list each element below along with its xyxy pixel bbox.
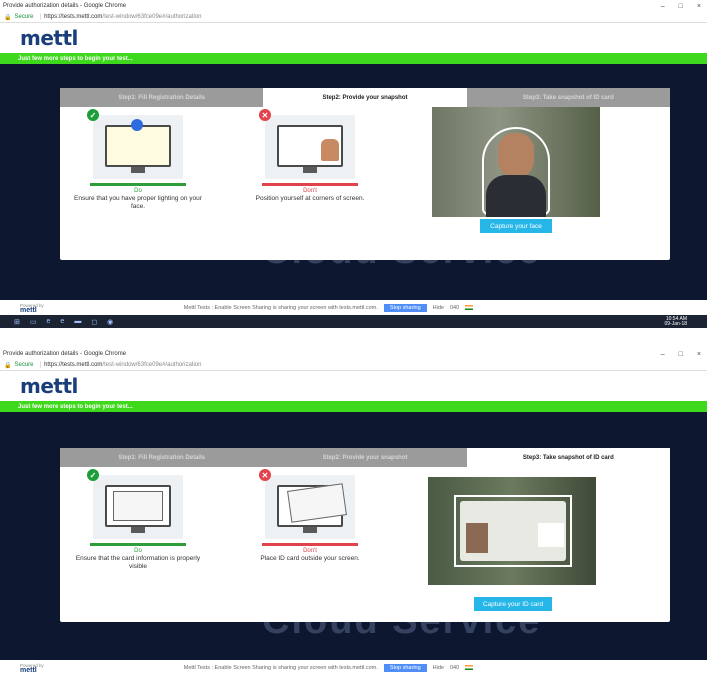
footer-number: 040: [449, 304, 460, 311]
url-host: https://tests.mettl.com: [44, 362, 103, 368]
tab-step2[interactable]: Step2: Provide your snapshot: [263, 88, 467, 107]
webcam-preview: [432, 107, 600, 217]
secure-label: Secure: [14, 14, 34, 20]
mettl-logo: mettl: [20, 374, 78, 398]
edge-icon[interactable]: e: [47, 318, 51, 325]
id-card-icon: [113, 491, 163, 521]
chrome-icon[interactable]: ◉: [107, 318, 113, 326]
do-description: Ensure that you have proper lighting on …: [74, 195, 202, 210]
stop-sharing-button[interactable]: Stop sharing: [383, 663, 427, 672]
steps-banner: Just few more steps to begin your test..…: [0, 401, 707, 412]
windows-start-icon[interactable]: ⊞: [14, 318, 20, 326]
tab-step1[interactable]: Step1: Fill Registration Details: [60, 448, 264, 467]
authorization-modal: Step1: Fill Registration Details Step2: …: [60, 448, 670, 622]
lamp-icon: [131, 119, 143, 131]
footer-number: 040: [449, 664, 460, 671]
mettl-logo: mettl: [20, 26, 78, 50]
browser-title-bar: Provide authorization details - Google C…: [0, 0, 707, 12]
hide-button[interactable]: Hide: [433, 665, 444, 671]
flag-icon: [465, 305, 474, 310]
lock-icon: 🔒: [4, 14, 12, 21]
check-icon: ✓: [87, 469, 99, 481]
maximize-icon[interactable]: □: [679, 3, 683, 10]
tab-step1[interactable]: Step1: Fill Registration Details: [60, 88, 264, 107]
browser-title-bar: Provide authorization details - Google C…: [0, 348, 707, 360]
secure-label: Secure: [14, 362, 34, 368]
url-host: https://tests.mettl.com: [44, 14, 103, 20]
folder-icon[interactable]: ▬: [74, 318, 81, 325]
url-path: /test-window/63fce09e#/authorization: [102, 362, 202, 368]
footer-logo: mettl: [20, 306, 37, 314]
footer-logo: mettl: [20, 666, 37, 674]
address-bar[interactable]: 🔒 Secure | https://tests.mettl.com /test…: [0, 360, 707, 371]
tab-step3[interactable]: Step3: Take snapshot of ID card: [466, 88, 670, 107]
id-visible-illustration: ✓: [87, 469, 183, 539]
dont-description: Place ID card outside your screen.: [260, 555, 360, 562]
url-path: /test-window/63fce09e#/authorization: [102, 14, 202, 20]
footer-bar: Powered by mettl Mettl Tests : Enable Scr…: [0, 300, 707, 315]
browser-title: Provide authorization details - Google C…: [3, 3, 127, 9]
corner-position-illustration: ✕: [259, 109, 355, 179]
store-icon[interactable]: ◻: [91, 318, 97, 326]
lighting-illustration: ✓: [87, 109, 183, 179]
maximize-icon[interactable]: □: [679, 351, 683, 358]
share-notice: Mettl Tests : Enable Screen Sharing is s…: [183, 664, 378, 671]
dont-card: ✕ Don't Place ID card outside your scree…: [240, 469, 380, 563]
stage: Cloud Service Step1: Fill Registration D…: [0, 64, 707, 300]
do-description: Ensure that the card information is prop…: [75, 555, 201, 570]
stop-sharing-button[interactable]: Stop sharing: [383, 303, 427, 312]
hide-button[interactable]: Hide: [433, 305, 444, 311]
authorization-modal: Step1: Fill Registration Details Step2: …: [60, 88, 670, 260]
screenshot-step2: Provide authorization details - Google C…: [0, 0, 707, 348]
do-label: Do: [134, 548, 142, 554]
lock-icon: 🔒: [4, 362, 12, 369]
id-outside-illustration: ✕: [259, 469, 355, 539]
do-card: ✓ Do Ensure that the card information is…: [68, 469, 208, 571]
user-face-icon: [498, 133, 534, 177]
flag-icon: [465, 665, 474, 670]
close-icon[interactable]: ×: [697, 3, 701, 10]
webcam-preview: [428, 477, 596, 585]
cross-icon: ✕: [259, 109, 271, 121]
check-icon: ✓: [87, 109, 99, 121]
cross-icon: ✕: [259, 469, 271, 481]
steps-banner: Just few more steps to begin your test..…: [0, 53, 707, 64]
windows-taskbar: ⊞ ▭ e e ▬ ◻ ◉ 10:54 AM 09-Jan-18: [0, 315, 707, 328]
minimize-icon[interactable]: –: [661, 351, 665, 358]
capture-face-button[interactable]: Capture your face: [480, 219, 552, 233]
dont-label: Don't: [303, 188, 317, 194]
tab-step3[interactable]: Step3: Take snapshot of ID card: [466, 448, 670, 467]
dont-label: Don't: [303, 548, 317, 554]
browser-title: Provide authorization details - Google C…: [3, 351, 127, 357]
close-icon[interactable]: ×: [697, 351, 701, 358]
stage: Cloud Service Step1: Fill Registration D…: [0, 412, 707, 660]
clock-date: 09-Jan-18: [664, 320, 687, 327]
footer-bar: Powered by mettl Mettl Tests : Enable Scr…: [0, 660, 707, 675]
do-label: Do: [134, 188, 142, 194]
task-view-icon[interactable]: ▭: [30, 318, 37, 326]
face-icon: [321, 139, 339, 161]
screenshot-step3: Provide authorization details - Google C…: [0, 348, 707, 675]
ie-icon[interactable]: e: [60, 318, 64, 325]
address-bar[interactable]: 🔒 Secure | https://tests.mettl.com /test…: [0, 12, 707, 23]
dont-description: Position yourself at corners of screen.: [255, 195, 365, 202]
minimize-icon[interactable]: –: [661, 3, 665, 10]
tab-step2[interactable]: Step2: Provide your snapshot: [263, 448, 467, 467]
dont-card: ✕ Don't Position yourself at corners of …: [240, 109, 380, 203]
do-card: ✓ Do Ensure that you have proper lightin…: [68, 109, 208, 211]
capture-id-button[interactable]: Capture your ID card: [474, 597, 552, 611]
share-notice: Mettl Tests : Enable Screen Sharing is s…: [183, 304, 378, 311]
id-photo: [466, 523, 488, 553]
